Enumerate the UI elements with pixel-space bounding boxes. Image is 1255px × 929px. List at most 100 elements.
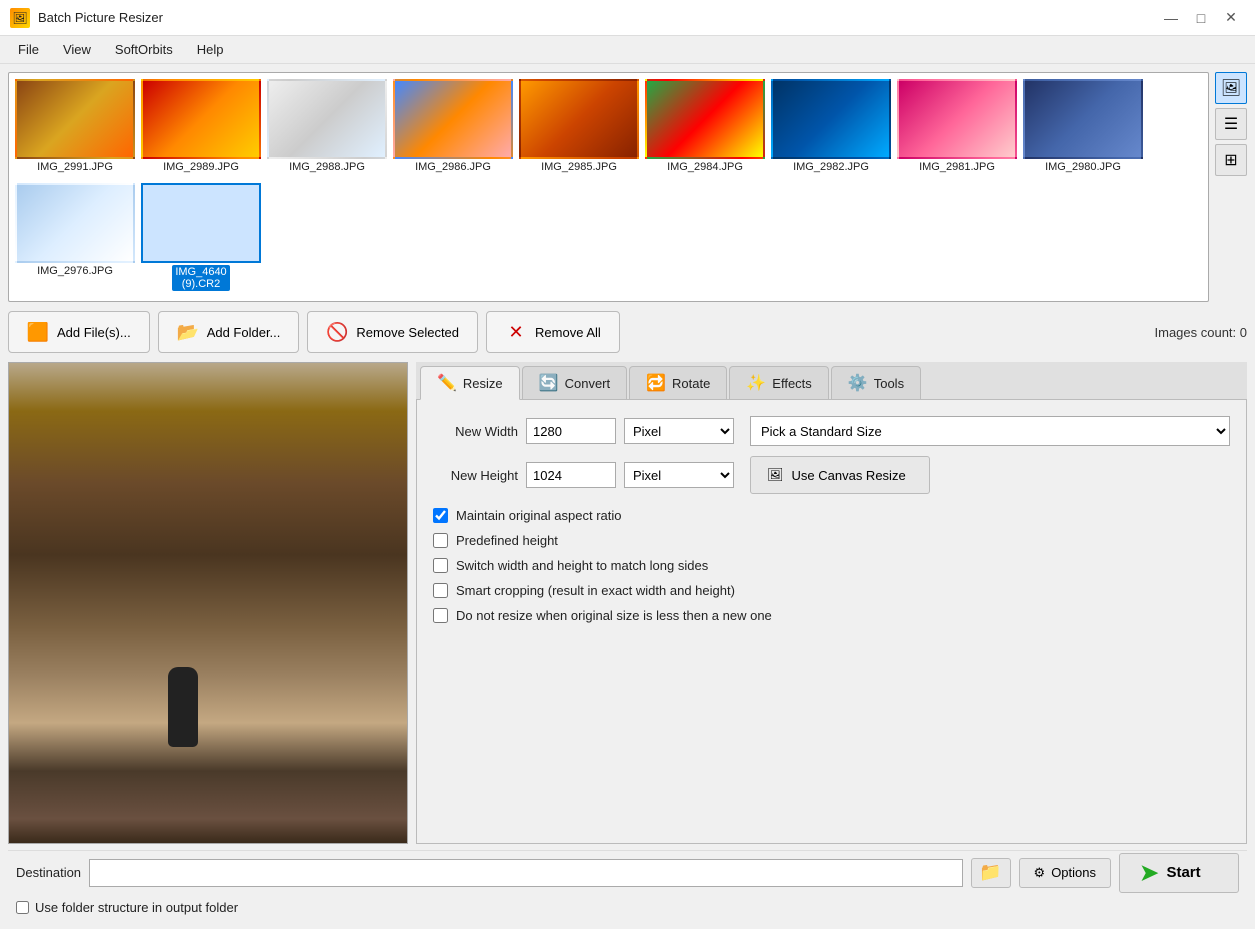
gallery-item-selected[interactable]: IMG_4640(9).CR2: [141, 183, 261, 295]
options-button[interactable]: ⚙ Options: [1019, 858, 1111, 888]
width-unit-select[interactable]: Pixel Percent Inch cm mm: [624, 418, 734, 444]
browse-icon: 📁: [979, 862, 1001, 883]
thumbnail: [15, 183, 135, 263]
standard-size-select[interactable]: Pick a Standard Size 640 x 480 800 x 600…: [750, 416, 1230, 446]
thumbnail: [15, 79, 135, 159]
gallery-item[interactable]: IMG_2988.JPG: [267, 79, 387, 177]
grid-view-button[interactable]: ⊞: [1215, 144, 1247, 176]
remove-all-button[interactable]: ✕ Remove All: [486, 311, 620, 353]
remove-all-icon: ✕: [505, 321, 527, 343]
add-folder-label: Add Folder...: [207, 325, 281, 340]
menu-softorbits[interactable]: SoftOrbits: [105, 39, 183, 60]
remove-selected-label: Remove Selected: [356, 325, 459, 340]
remove-all-label: Remove All: [535, 325, 601, 340]
browse-button[interactable]: 📁: [971, 858, 1011, 888]
tab-tools[interactable]: ⚙️ Tools: [831, 366, 921, 399]
no-resize-smaller-checkbox[interactable]: [433, 608, 448, 623]
close-button[interactable]: ✕: [1217, 8, 1245, 28]
gallery-item[interactable]: IMG_2981.JPG: [897, 79, 1017, 177]
tools-tab-label: Tools: [874, 376, 904, 391]
start-label: Start: [1166, 864, 1200, 881]
tab-effects[interactable]: ✨ Effects: [729, 366, 828, 399]
list-view-button[interactable]: ☰: [1215, 108, 1247, 140]
canvas-resize-icon: 🖼: [767, 467, 784, 483]
height-and-canvas-row: New Height Pixel Percent Inch cm mm 🖼: [433, 456, 1230, 494]
thumbnail: [1023, 79, 1143, 159]
gallery-item[interactable]: IMG_2982.JPG: [771, 79, 891, 177]
tab-rotate[interactable]: 🔁 Rotate: [629, 366, 727, 399]
add-folder-button[interactable]: 📂 Add Folder...: [158, 311, 300, 353]
thumbnail: [393, 79, 513, 159]
thumbnail: [141, 79, 261, 159]
gallery-item[interactable]: IMG_2976.JPG: [15, 183, 135, 295]
width-row: New Width Pixel Percent Inch cm mm: [433, 416, 734, 446]
smart-cropping-label[interactable]: Smart cropping (result in exact width an…: [456, 583, 735, 598]
gallery-item[interactable]: IMG_2989.JPG: [141, 79, 261, 177]
maximize-button[interactable]: □: [1187, 8, 1215, 28]
switch-dimensions-label[interactable]: Switch width and height to match long si…: [456, 558, 708, 573]
tab-resize[interactable]: ✏️ Resize: [420, 366, 520, 400]
add-files-icon: 🟧: [27, 321, 49, 343]
resize-tab-icon: ✏️: [437, 373, 457, 393]
gallery-item[interactable]: IMG_2985.JPG: [519, 79, 639, 177]
menu-file[interactable]: File: [8, 39, 49, 60]
bottom-bar: Destination 📁 ⚙ Options ➤ Start: [8, 850, 1247, 894]
smart-cropping-row: Smart cropping (result in exact width an…: [433, 583, 1230, 598]
app-icon: 🖼: [10, 8, 30, 28]
folder-structure-checkbox[interactable]: [16, 901, 29, 914]
convert-tab-label: Convert: [565, 376, 611, 391]
options-panel: ✏️ Resize 🔄 Convert 🔁 Rotate ✨ Effects ⚙…: [416, 362, 1247, 844]
switch-dimensions-checkbox[interactable]: [433, 558, 448, 573]
image-label: IMG_2980.JPG: [1045, 161, 1121, 173]
canvas-resize-button[interactable]: 🖼 Use Canvas Resize: [750, 456, 930, 494]
toolbar: 🟧 Add File(s)... 📂 Add Folder... 🚫 Remov…: [8, 308, 1247, 356]
start-button[interactable]: ➤ Start: [1119, 853, 1239, 893]
tab-convert[interactable]: 🔄 Convert: [522, 366, 627, 399]
rotate-tab-label: Rotate: [672, 376, 710, 391]
gallery-item[interactable]: IMG_2984.JPG: [645, 79, 765, 177]
add-folder-icon: 📂: [177, 321, 199, 343]
image-label: IMG_2982.JPG: [793, 161, 869, 173]
bottom-panel: ✏️ Resize 🔄 Convert 🔁 Rotate ✨ Effects ⚙…: [8, 362, 1247, 844]
predefined-height-row: Predefined height: [433, 533, 1230, 548]
menu-help[interactable]: Help: [187, 39, 234, 60]
width-input[interactable]: [526, 418, 616, 444]
gallery-container: IMG_2991.JPG IMG_2989.JPG IMG_2988.JPG I…: [8, 72, 1209, 302]
predefined-height-checkbox[interactable]: [433, 533, 448, 548]
image-label: IMG_2984.JPG: [667, 161, 743, 173]
destination-input[interactable]: [89, 859, 962, 887]
menu-view[interactable]: View: [53, 39, 101, 60]
height-input[interactable]: [526, 462, 616, 488]
height-unit-select[interactable]: Pixel Percent Inch cm mm: [624, 462, 734, 488]
gallery-item[interactable]: IMG_2991.JPG: [15, 79, 135, 177]
view-buttons: 🖼 ☰ ⊞: [1215, 72, 1247, 302]
start-icon: ➤: [1140, 860, 1158, 886]
remove-selected-icon: 🚫: [326, 321, 348, 343]
thumbnail: [897, 79, 1017, 159]
folder-structure-label[interactable]: Use folder structure in output folder: [35, 900, 238, 915]
smart-cropping-checkbox[interactable]: [433, 583, 448, 598]
add-files-button[interactable]: 🟧 Add File(s)...: [8, 311, 150, 353]
titlebar-left: 🖼 Batch Picture Resizer: [10, 8, 163, 28]
maintain-aspect-label[interactable]: Maintain original aspect ratio: [456, 508, 621, 523]
width-label: New Width: [433, 424, 518, 439]
remove-selected-button[interactable]: 🚫 Remove Selected: [307, 311, 478, 353]
tools-tab-icon: ⚙️: [848, 373, 868, 393]
minimize-button[interactable]: —: [1157, 8, 1185, 28]
gallery-item[interactable]: IMG_2980.JPG: [1023, 79, 1143, 177]
preview-panel: [8, 362, 408, 844]
thumbnail-view-button[interactable]: 🖼: [1215, 72, 1247, 104]
resize-tab-label: Resize: [463, 376, 503, 391]
effects-tab-label: Effects: [772, 376, 812, 391]
image-label: IMG_2981.JPG: [919, 161, 995, 173]
image-label-selected: IMG_4640(9).CR2: [172, 265, 229, 291]
titlebar: 🖼 Batch Picture Resizer — □ ✕: [0, 0, 1255, 36]
gallery-item[interactable]: IMG_2986.JPG: [393, 79, 513, 177]
standard-size-row: Pick a Standard Size 640 x 480 800 x 600…: [750, 416, 1230, 446]
height-label: New Height: [433, 468, 518, 483]
maintain-aspect-checkbox[interactable]: [433, 508, 448, 523]
predefined-height-label[interactable]: Predefined height: [456, 533, 558, 548]
image-label: IMG_2988.JPG: [289, 161, 365, 173]
no-resize-smaller-label[interactable]: Do not resize when original size is less…: [456, 608, 772, 623]
height-row: New Height Pixel Percent Inch cm mm: [433, 456, 734, 494]
